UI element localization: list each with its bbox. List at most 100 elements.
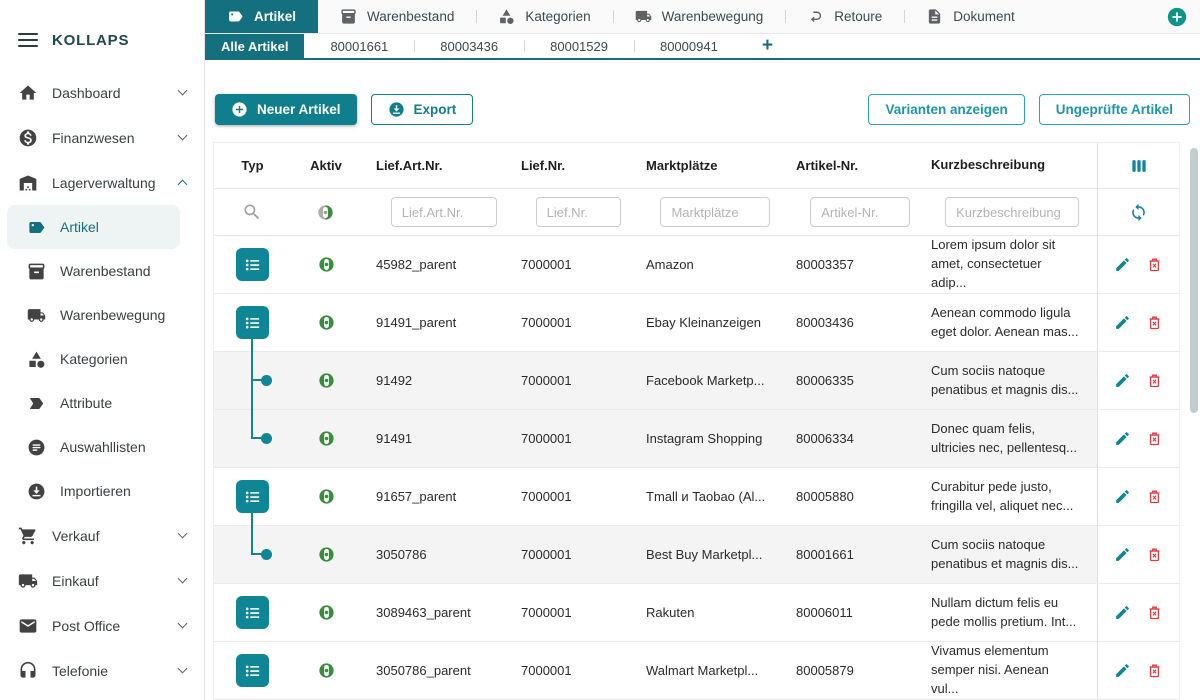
delete-button[interactable] [1146,372,1163,389]
sidebar-item-kategorien[interactable]: Kategorien [0,337,204,381]
article-type-icon[interactable] [236,306,269,339]
scrollbar-thumb[interactable] [1190,148,1198,413]
cell-kurzbeschreibung: Nullam dictum felis eu pede mollis preti… [916,584,1097,641]
tree-connector [251,339,253,352]
cell-artikel-nr: 80006011 [781,584,916,641]
return-icon [807,8,824,25]
edit-button[interactable] [1114,488,1131,505]
delete-button[interactable] [1146,604,1163,621]
table-row[interactable]: 3089463_parent 7000001 Rakuten 80006011 … [214,584,1179,642]
tab-warenbewegung[interactable]: Warenbewegung [613,0,786,33]
export-button[interactable]: Export [371,94,474,125]
sidebar-item-dashboard[interactable]: Dashboard [0,70,204,115]
filter-lief-nr-input[interactable] [536,197,621,227]
sidebar-item-lagerverwaltung[interactable]: Lagerverwaltung [0,160,204,205]
trash-icon [1146,256,1163,273]
tree-node-dot [261,433,272,444]
sidebar-item-auswahllisten[interactable]: Auswahllisten [0,425,204,469]
article-tab[interactable]: 80000941 [634,34,744,58]
sidebar-item-verkauf[interactable]: Verkauf [0,513,204,558]
article-type-icon[interactable] [236,596,269,629]
article-tab-label: 80001529 [550,39,608,54]
table-row[interactable]: 91657_parent 7000001 Tmall и Taobao (Al.… [214,468,1179,526]
refresh-icon[interactable] [1129,203,1148,222]
aktiv-toggle-icon[interactable] [317,603,336,622]
edit-button[interactable] [1114,546,1131,563]
aktiv-toggle-icon[interactable] [317,313,336,332]
article-tab[interactable]: 80001661 [304,34,414,58]
trash-icon [1146,546,1163,563]
sidebar-item-warenbewegung[interactable]: Warenbewegung [0,293,204,337]
filter-kurzbeschreibung-input[interactable] [945,197,1079,227]
aktiv-filter-toggle-icon[interactable] [316,203,335,222]
table-row[interactable]: 91492 7000001 Facebook Marketp... 800063… [214,352,1179,410]
edit-button[interactable] [1114,256,1131,273]
aktiv-toggle-icon[interactable] [317,255,336,274]
table-row[interactable]: 3050786_parent 7000001 Walmart Marketpl.… [214,642,1179,700]
article-type-icon[interactable] [236,248,269,281]
truck-icon [27,306,46,325]
trash-icon [1146,430,1163,447]
edit-button[interactable] [1114,604,1131,621]
delete-button[interactable] [1146,430,1163,447]
article-type-icon[interactable] [236,480,269,513]
aktiv-toggle-icon[interactable] [317,371,336,390]
unverified-articles-button[interactable]: Ungeprüfte Artikel [1039,94,1190,125]
sidebar-item-importieren[interactable]: Importieren [0,469,204,513]
sidebar-item-warenbestand[interactable]: Warenbestand [0,249,204,293]
sidebar-item-telefonie[interactable]: Telefonie [0,648,204,693]
sidebar-item-post-office[interactable]: Post Office [0,603,204,648]
search-icon[interactable] [242,202,262,222]
article-tab-alle-artikel[interactable]: Alle Artikel [205,34,304,58]
add-tab-button[interactable] [1166,6,1188,28]
tab-retoure[interactable]: Retoure [785,0,904,33]
table-filter-row [214,189,1179,236]
sidebar-item-artikel[interactable]: Artikel [7,205,180,249]
column-settings-icon[interactable] [1129,156,1149,176]
edit-button[interactable] [1114,314,1131,331]
sidebar-item-label: Telefonie [52,663,108,679]
delete-button[interactable] [1146,546,1163,563]
sidebar-item-attribute[interactable]: Attribute [0,381,204,425]
filter-artikel-nr-input[interactable] [810,197,910,227]
table-row[interactable]: 91491 7000001 Instagram Shopping 8000633… [214,410,1179,468]
delete-button[interactable] [1146,256,1163,273]
article-type-icon[interactable] [236,654,269,687]
cell-lief-art-nr: 3050786 [361,526,506,583]
filter-lief-art-nr-input[interactable] [391,197,497,227]
edit-button[interactable] [1114,430,1131,447]
tab-warenbestand[interactable]: Warenbestand [318,0,476,33]
sidebar-item-einkauf[interactable]: Einkauf [0,558,204,603]
article-tab[interactable]: 80003436 [414,34,524,58]
delete-button[interactable] [1146,314,1163,331]
add-article-tab-button[interactable]: + [744,34,791,58]
table-row[interactable]: 91491_parent 7000001 Ebay Kleinanzeigen … [214,294,1179,352]
table-row[interactable]: 3050786 7000001 Best Buy Marketpl... 800… [214,526,1179,584]
aktiv-toggle-icon[interactable] [317,545,336,564]
edit-button[interactable] [1114,372,1131,389]
sidebar-item-finanzwesen[interactable]: Finanzwesen [0,115,204,160]
new-article-button[interactable]: Neuer Artikel [215,94,357,125]
column-header-artikel-nr: Artikel-Nr. [781,143,916,188]
show-variants-button[interactable]: Varianten anzeigen [868,94,1024,125]
sidebar-item-label: Auswahllisten [60,439,146,455]
delete-button[interactable] [1146,662,1163,679]
cell-lief-nr: 7000001 [506,526,631,583]
aktiv-toggle-icon[interactable] [317,487,336,506]
tab-artikel[interactable]: Artikel [205,0,318,33]
aktiv-toggle-icon[interactable] [317,661,336,680]
list-icon [243,661,263,681]
filter-marktplaetze-input[interactable] [660,197,770,227]
aktiv-toggle-icon[interactable] [317,429,336,448]
article-tab[interactable]: 80001529 [524,34,634,58]
tab-kategorien[interactable]: Kategorien [476,0,612,33]
vertical-scrollbar[interactable] [1190,148,1198,700]
table-row[interactable]: 45982_parent 7000001 Amazon 80003357 Lor… [214,236,1179,294]
cell-artikel-nr: 80006335 [781,352,916,409]
tab-dokument[interactable]: Dokument [904,0,1037,33]
column-header-kurzbeschreibung: Kurzbeschreibung [916,143,1097,188]
trash-icon [1146,662,1163,679]
delete-button[interactable] [1146,488,1163,505]
menu-icon[interactable] [18,33,38,47]
edit-button[interactable] [1114,662,1131,679]
